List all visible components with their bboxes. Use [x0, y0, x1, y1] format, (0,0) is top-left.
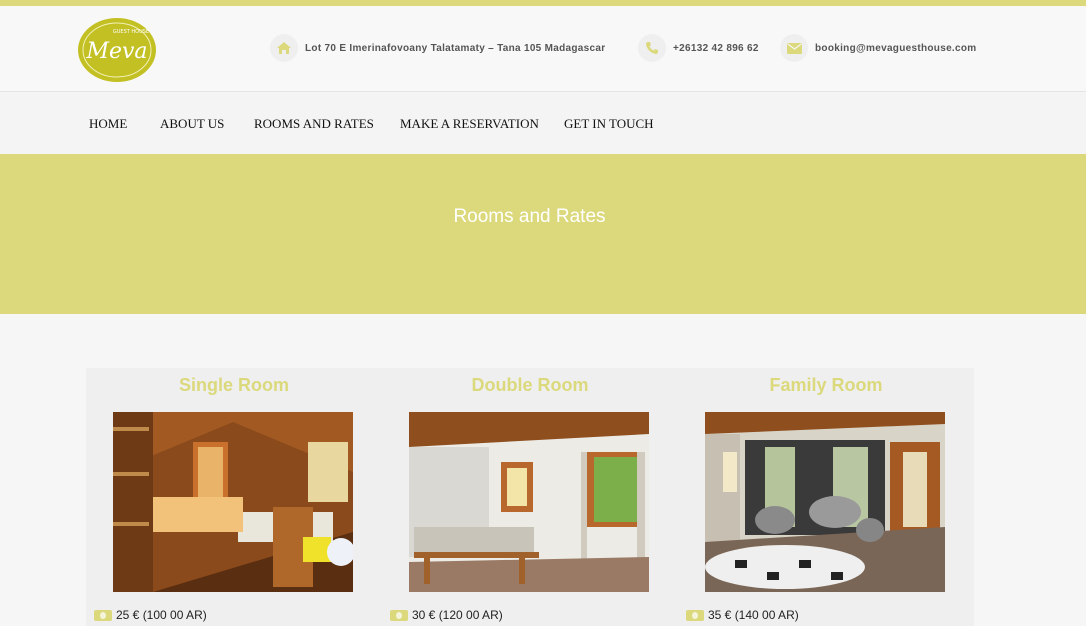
address-text: Lot 70 E Imerinafovoany Talatamaty – Tan…	[305, 42, 606, 54]
room-price: 30 € (120 00 AR)	[390, 608, 503, 622]
contact-address: Lot 70 E Imerinafovoany Talatamaty – Tan…	[270, 34, 605, 62]
money-icon	[94, 609, 112, 621]
room-title[interactable]: Family Room	[678, 375, 974, 396]
main-navigation: HOME ABOUT US ROOMS AND RATES MAKE A RES…	[0, 93, 1086, 154]
room-title[interactable]: Single Room	[86, 375, 382, 396]
single-room-photo[interactable]	[113, 412, 353, 592]
page-title: Rooms and Rates	[453, 206, 606, 227]
envelope-icon	[780, 34, 808, 62]
email-text: booking@mevaguesthouse.com	[815, 42, 977, 54]
room-card-family: Family Room 35 € (140 00 AR)	[678, 368, 974, 626]
nav-item-about-us[interactable]: ABOUT US	[160, 116, 224, 132]
nav-item-rooms-and-rates[interactable]: ROOMS AND RATES	[254, 116, 374, 132]
home-icon	[270, 34, 298, 62]
page-banner: Rooms and Rates	[0, 154, 1086, 314]
money-icon	[390, 609, 408, 621]
phone-icon	[638, 34, 666, 62]
room-title[interactable]: Double Room	[382, 375, 678, 396]
room-price: 25 € (100 00 AR)	[94, 608, 207, 622]
room-card-single: Single Room 25 € (100 00 AR)	[86, 368, 382, 626]
svg-text:GUEST HOUSE: GUEST HOUSE	[113, 29, 149, 35]
room-price-text: 25 € (100 00 AR)	[116, 608, 207, 622]
money-icon	[686, 609, 704, 621]
nav-item-home[interactable]: HOME	[89, 116, 127, 132]
contact-phone[interactable]: +26132 42 896 62	[638, 34, 759, 62]
site-header: Meva GUEST HOUSE Lot 70 E Imerinafovoany…	[0, 6, 1086, 92]
phone-text: +26132 42 896 62	[673, 42, 759, 54]
nav-item-make-a-reservation[interactable]: MAKE A RESERVATION	[400, 116, 539, 132]
room-price: 35 € (140 00 AR)	[686, 608, 799, 622]
room-price-text: 30 € (120 00 AR)	[412, 608, 503, 622]
contact-email[interactable]: booking@mevaguesthouse.com	[780, 34, 976, 62]
rooms-section: Single Room 25 € (100 00 AR) Double Room…	[86, 368, 974, 626]
family-room-photo[interactable]	[705, 412, 945, 592]
double-room-photo[interactable]	[409, 412, 649, 592]
room-price-text: 35 € (140 00 AR)	[708, 608, 799, 622]
nav-item-get-in-touch[interactable]: GET IN TOUCH	[564, 116, 654, 132]
svg-text:Meva: Meva	[85, 39, 147, 64]
meva-logo[interactable]: Meva GUEST HOUSE	[77, 17, 157, 83]
room-card-double: Double Room 30 € (120 00 AR)	[382, 368, 678, 626]
